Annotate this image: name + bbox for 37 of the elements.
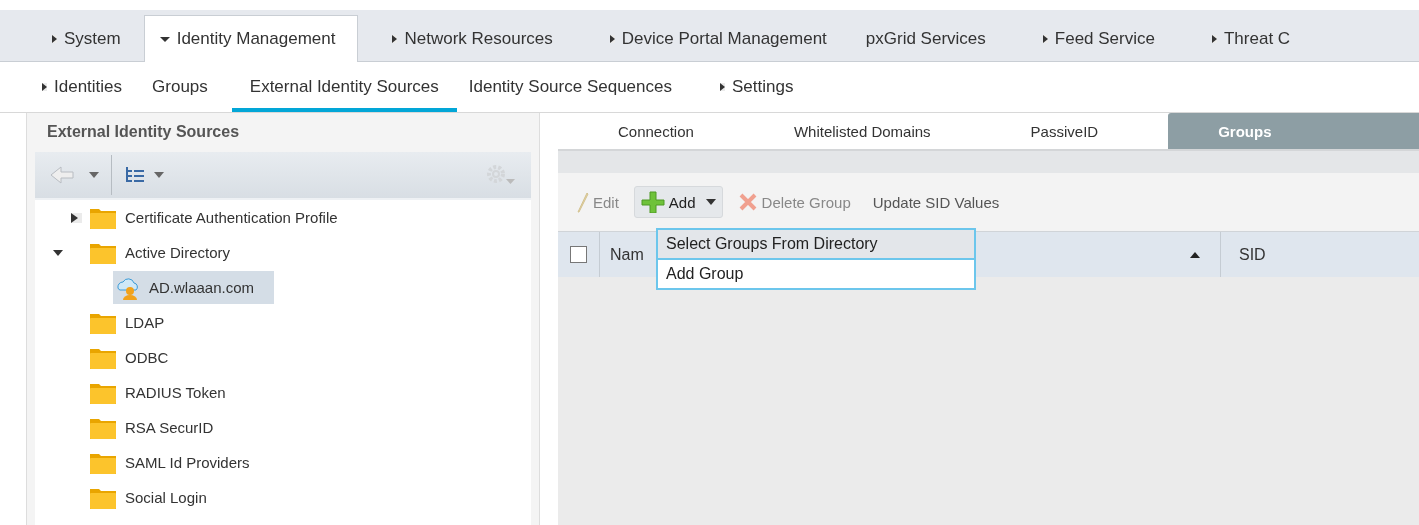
tree-item[interactable]: RSA SecurID (89, 411, 234, 444)
tree-item[interactable]: RADIUS Token (89, 376, 246, 409)
delete-icon (737, 192, 758, 212)
tree-item[interactable]: Certificate Authentication Profile (89, 201, 358, 234)
tree-item[interactable]: AD.wlaaan.com (113, 271, 275, 304)
nav-tab[interactable]: Device Portal Management (575, 16, 850, 61)
add-button[interactable]: Add (633, 186, 723, 218)
checkbox[interactable] (570, 246, 587, 263)
tree-item[interactable]: SAML Id Providers (89, 446, 270, 479)
panel-tab[interactable]: PassiveID (1030, 113, 1169, 149)
tree-item[interactable]: ODBC (89, 341, 189, 374)
nav-tab[interactable]: System (18, 16, 144, 61)
toolbar-button[interactable]: Update SID Values (865, 188, 1007, 216)
nav-tab[interactable]: pxGrid Services (849, 16, 1009, 61)
sort-icon[interactable] (1190, 251, 1200, 258)
nav-tab[interactable]: Identities (18, 62, 141, 112)
menu-item[interactable]: Select Groups From Directory (658, 230, 974, 260)
cloud-user-icon (115, 275, 141, 300)
nav-tab[interactable]: Network Resources (358, 16, 576, 61)
expand-icon[interactable] (71, 212, 82, 223)
tree-item[interactable]: Social Login (89, 481, 227, 514)
panel-tab[interactable]: Connection (558, 113, 748, 149)
panel-title: External Identity Sources (46, 122, 241, 142)
panel-tab[interactable]: Whitelisted Domains (747, 113, 1031, 149)
plus-icon (640, 191, 665, 213)
nav-tab[interactable]: Groups (146, 62, 226, 112)
tree-item[interactable]: Active Directory (89, 236, 251, 269)
caret-icon (705, 199, 716, 205)
nav-tab[interactable]: Identity Source Sequences (462, 62, 690, 112)
nav-tab[interactable]: Feed Service (1008, 16, 1178, 61)
expand-icon[interactable] (53, 249, 63, 256)
tree-item[interactable]: LDAP (89, 306, 185, 339)
nav-tab[interactable]: Identity Management (143, 15, 359, 62)
back-icon[interactable] (49, 164, 101, 186)
pencil-icon (575, 191, 589, 213)
nav-tab[interactable]: Threat C (1178, 16, 1314, 61)
nav-tab[interactable]: Settings (695, 62, 812, 112)
